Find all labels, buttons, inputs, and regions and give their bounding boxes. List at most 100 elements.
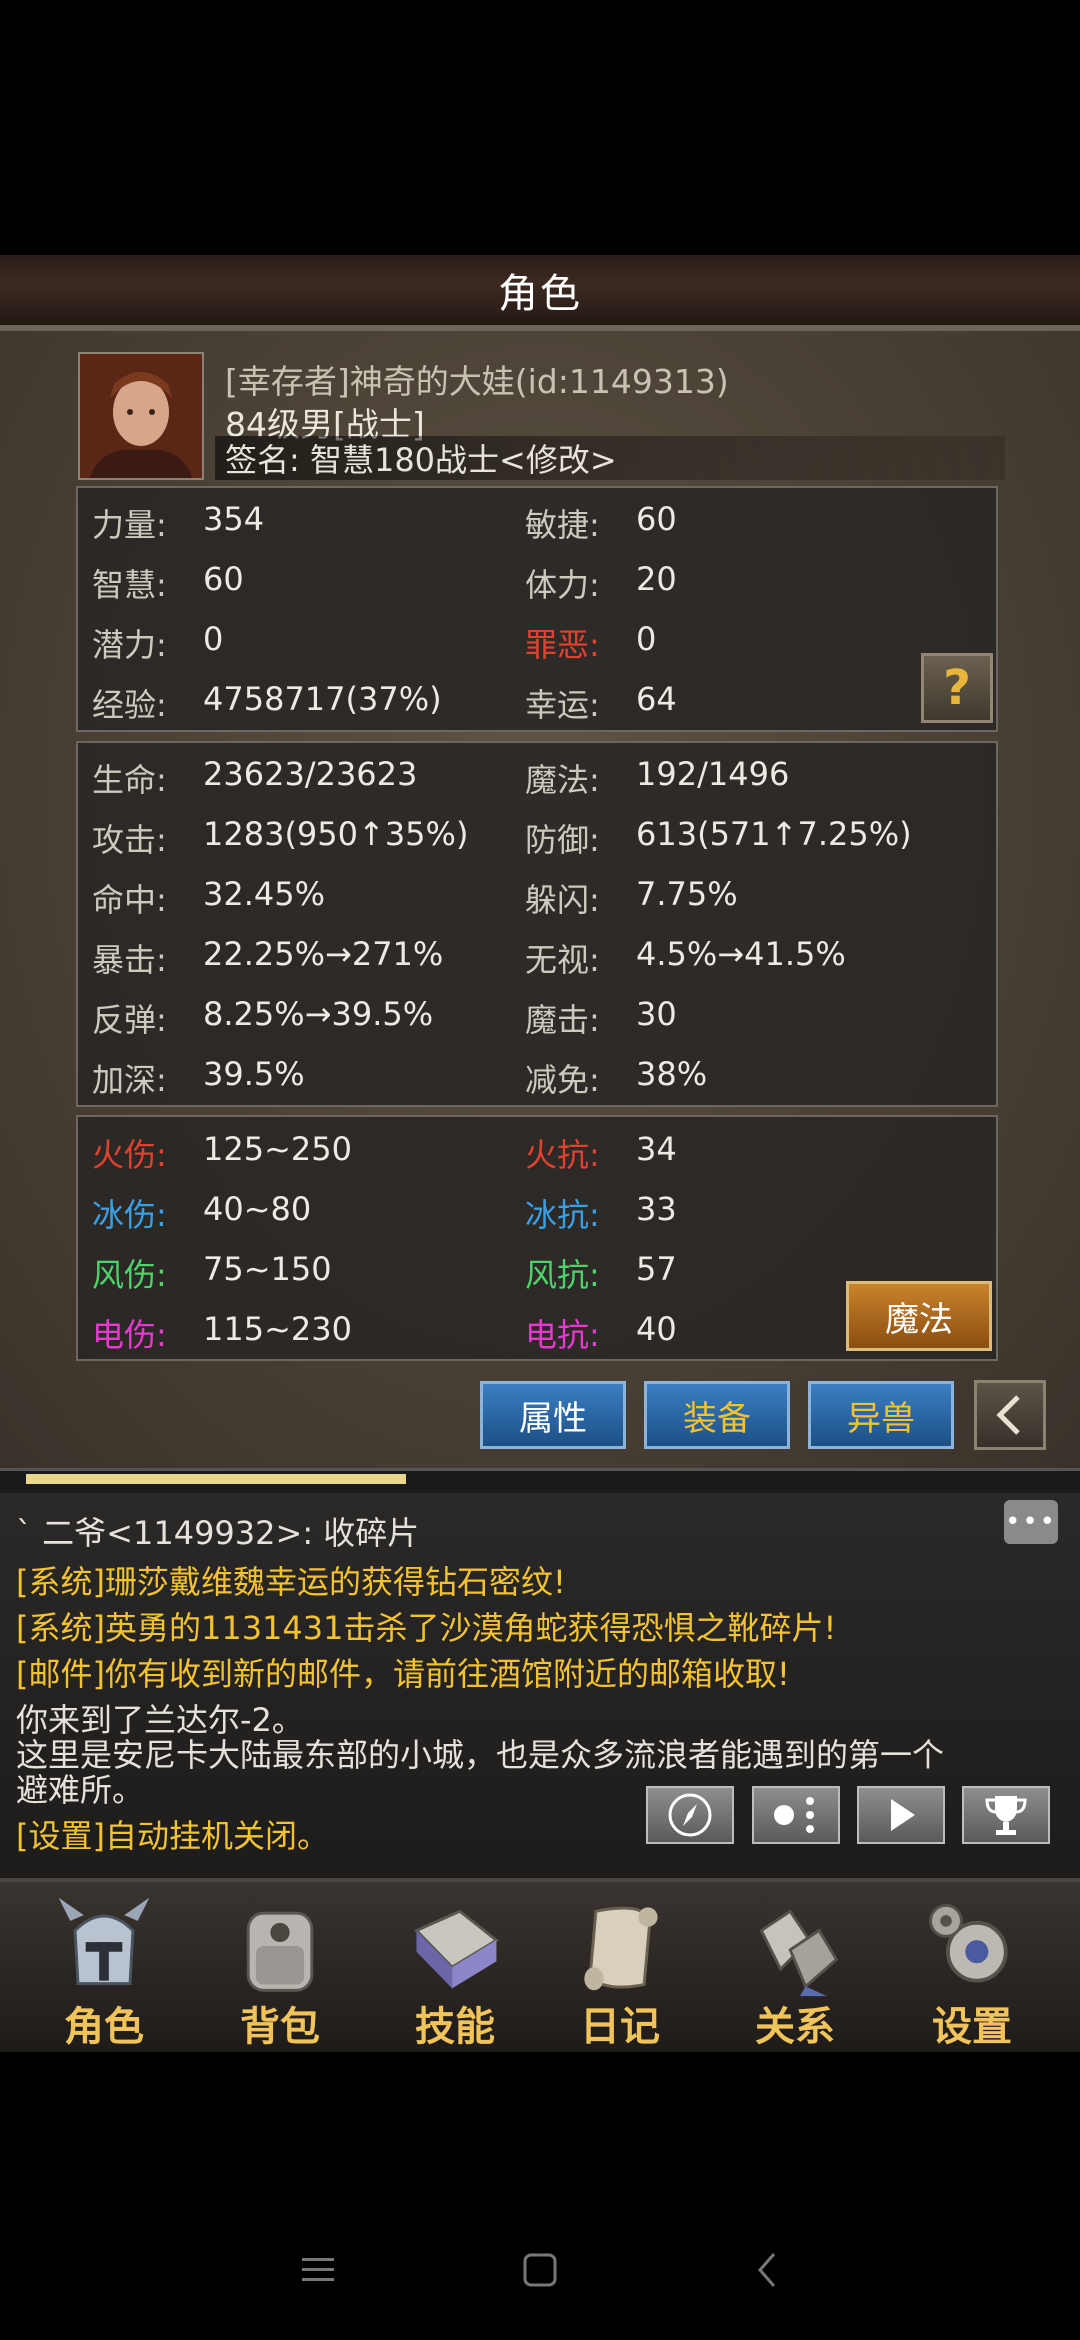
chat-system-message: [系统]英勇的1131431击杀了沙漠角蛇获得恐惧之靴碎片! — [16, 1609, 837, 1647]
stat-reflect-value: 8.25%→39.5% — [203, 995, 434, 1033]
tab-attributes[interactable]: 属性 — [480, 1381, 626, 1449]
stat-electric-resist-value: 40 — [636, 1310, 677, 1348]
nav-backpack[interactable]: 背包 — [205, 1882, 355, 2052]
experience-progress-bar — [0, 1468, 1080, 1496]
chat-mail-message: [邮件]你有收到新的邮件，请前往酒馆附近的邮箱收取! — [16, 1655, 790, 1693]
stat-strength: 力量: — [92, 506, 167, 544]
stat-mp-value: 192/1496 — [636, 755, 790, 793]
stat-wind-resist: 风抗: — [525, 1256, 600, 1294]
chat-system-message: [系统]珊莎戴维魏幸运的获得钻石密纹! — [16, 1563, 566, 1601]
title-bar: 角色 — [0, 255, 1080, 331]
nav-diary[interactable]: 日记 — [545, 1882, 695, 2052]
stat-attack-value: 1283(950↑35%) — [203, 815, 469, 853]
stat-ignore-value: 4.5%→41.5% — [636, 935, 846, 973]
stat-crit: 暴击: — [92, 941, 167, 979]
nav-skills[interactable]: 技能 — [380, 1882, 530, 2052]
back-button[interactable] — [974, 1380, 1046, 1450]
nav-character[interactable]: 角色 — [29, 1882, 179, 2052]
stat-wisdom: 智慧: — [92, 566, 167, 604]
stat-wind-resist-value: 57 — [636, 1250, 677, 1288]
stat-electric-resist: 电抗: — [525, 1316, 600, 1354]
stat-deepen: 加深: — [92, 1061, 167, 1099]
home-icon[interactable] — [520, 2250, 560, 2290]
tab-beast[interactable]: 异兽 — [808, 1381, 954, 1449]
stat-crit-value: 22.25%→271% — [203, 935, 444, 973]
stat-experience-value: 4758717(37%) — [203, 680, 442, 718]
stat-fire-resist-value: 34 — [636, 1130, 677, 1168]
help-button[interactable]: ? — [921, 653, 993, 723]
tab-equipment-label: 装备 — [683, 1398, 751, 1439]
stat-strength-value: 354 — [203, 500, 265, 538]
stat-attack: 攻击: — [92, 821, 167, 859]
stat-ice-damage: 冰伤: — [92, 1196, 167, 1234]
menu-icon[interactable] — [298, 2250, 338, 2290]
backpack-icon — [246, 1911, 314, 1992]
stat-accuracy: 命中: — [92, 881, 167, 919]
stat-wind-damage-value: 75~150 — [203, 1250, 332, 1288]
more-button[interactable] — [752, 1786, 840, 1844]
chat-location-desc: 这里是安尼卡大陆最东部的小城，也是众多流浪者能遇到的第一个 — [16, 1736, 945, 1774]
stat-potential: 潜力: — [92, 626, 167, 664]
page-title: 角色 — [498, 271, 582, 317]
back-icon[interactable] — [748, 2250, 788, 2290]
stat-wisdom-value: 60 — [203, 560, 244, 598]
nav-backpack-label: 背包 — [240, 2004, 320, 2050]
stat-defense-value: 613(571↑7.25%) — [636, 815, 912, 853]
gauntlets-icon — [759, 1909, 839, 1997]
nav-character-label: 角色 — [64, 2004, 144, 2050]
stat-fire-resist: 火抗: — [525, 1136, 600, 1174]
nav-relations[interactable]: 关系 — [720, 1882, 870, 2052]
chat-location-desc-cont: 避难所。 — [16, 1771, 145, 1809]
chat-message-player: ˋ 二爷<1149932>: 收碎片 — [16, 1514, 420, 1552]
stat-electric-damage: 电伤: — [92, 1316, 167, 1354]
bottom-nav: 角色 背包 技能 日记 关系 设置 — [0, 1882, 1080, 2052]
nav-relations-label: 关系 — [755, 2004, 835, 2050]
compass-icon — [668, 1793, 712, 1837]
nav-skills-label: 技能 — [415, 2004, 495, 2050]
nav-diary-label: 日记 — [580, 2004, 660, 2050]
stat-agility-value: 60 — [636, 500, 677, 538]
stat-hp-value: 23623/23623 — [203, 755, 418, 793]
stat-defense: 防御: — [525, 821, 600, 859]
magic-button-label: 魔法 — [885, 1299, 953, 1340]
chevron-left-icon — [996, 1395, 1020, 1435]
character-name: [幸存者]神奇的大娃(id:1149313) — [225, 362, 729, 401]
stat-stamina: 体力: — [525, 566, 600, 604]
stat-stamina-value: 20 — [636, 560, 677, 598]
trophy-button[interactable] — [962, 1786, 1050, 1844]
nav-settings[interactable]: 设置 — [897, 1882, 1047, 2052]
stat-reduce: 减免: — [525, 1061, 600, 1099]
stat-ice-resist-value: 33 — [636, 1190, 677, 1228]
stat-agility: 敏捷: — [525, 506, 600, 544]
play-button[interactable] — [857, 1786, 945, 1844]
stat-luck-value: 64 — [636, 680, 677, 718]
signature-row[interactable]: 签名: 智慧180战士<修改> — [215, 436, 1005, 480]
stat-deepen-value: 39.5% — [203, 1055, 305, 1093]
stat-mp: 魔法: — [525, 761, 600, 799]
stat-potential-value: 0 — [203, 620, 224, 658]
compass-button[interactable] — [646, 1786, 734, 1844]
stat-reflect: 反弹: — [92, 1001, 167, 1039]
stat-magic-strike: 魔击: — [525, 1001, 600, 1039]
scroll-icon — [584, 1906, 658, 1991]
dots-icon — [774, 1797, 814, 1833]
stat-sin-value: 0 — [636, 620, 657, 658]
play-icon — [891, 1799, 915, 1831]
tab-beast-label: 异兽 — [847, 1398, 915, 1439]
stat-dodge-value: 7.75% — [636, 875, 738, 913]
stat-sin: 罪恶: — [525, 626, 600, 664]
stat-ignore: 无视: — [525, 941, 600, 979]
help-icon: ? — [943, 660, 971, 716]
tab-equipment[interactable]: 装备 — [644, 1381, 790, 1449]
stat-reduce-value: 38% — [636, 1055, 708, 1093]
chat-bubble-icon[interactable]: ••• — [1004, 1500, 1058, 1544]
spellbook-icon — [413, 1909, 499, 1989]
stat-magic-strike-value: 30 — [636, 995, 677, 1033]
avatar[interactable] — [78, 352, 204, 480]
magic-button[interactable]: 魔法 — [846, 1281, 992, 1351]
stat-experience: 经验: — [92, 686, 167, 724]
stat-hp: 生命: — [92, 761, 167, 799]
stat-dodge: 躲闪: — [525, 881, 600, 919]
chat-settings-message: [设置]自动挂机关闭。 — [16, 1817, 329, 1855]
stat-fire-damage: 火伤: — [92, 1136, 167, 1174]
